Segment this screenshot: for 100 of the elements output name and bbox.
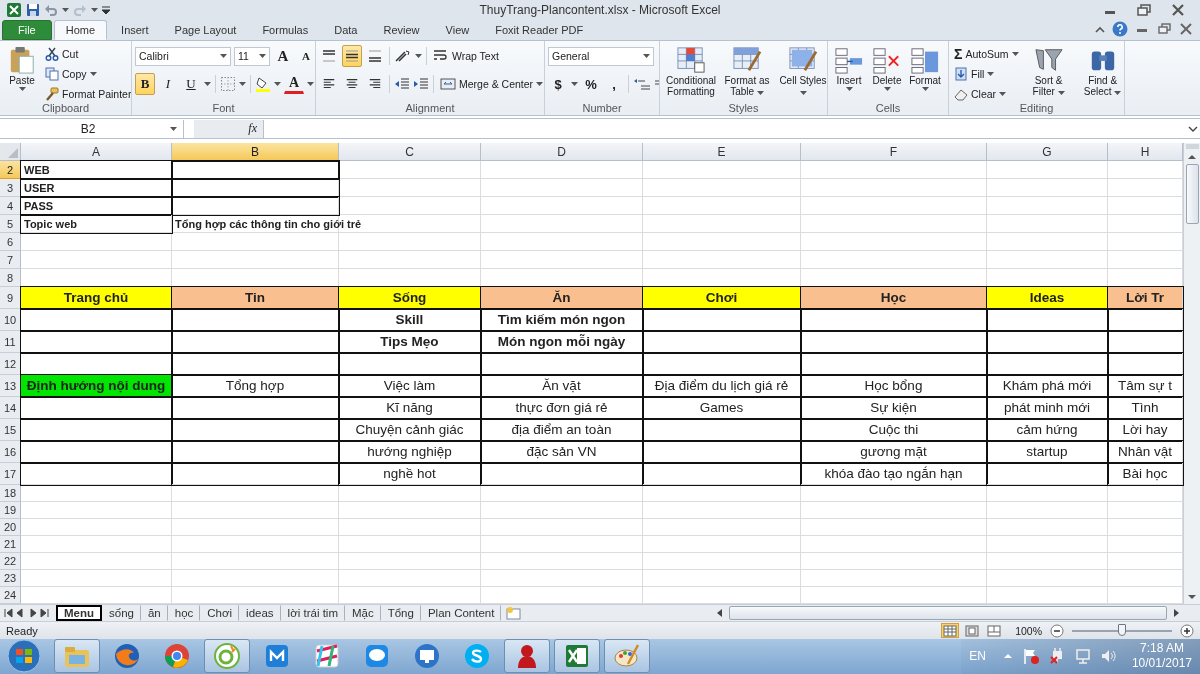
copy-button[interactable]: Copy	[43, 64, 131, 84]
network-icon[interactable]	[1073, 647, 1092, 666]
ribbon-tab[interactable]: Formulas	[250, 20, 321, 41]
row-header[interactable]: 14	[0, 397, 21, 420]
font-size-field[interactable]: 11	[234, 46, 270, 66]
font-name-field[interactable]: Calibri	[135, 46, 231, 66]
cells-button[interactable]: Insert	[831, 44, 867, 94]
styles-button[interactable]: Conditional Formatting	[663, 44, 719, 102]
increase-decimal-icon[interactable]	[633, 77, 651, 92]
styles-button[interactable]: Format as Table	[719, 44, 775, 100]
save-icon[interactable]	[26, 2, 40, 17]
taskbar-button[interactable]	[504, 639, 550, 674]
clear-button[interactable]: Clear	[952, 84, 1021, 102]
excel-icon[interactable]	[6, 1, 22, 18]
column-header[interactable]: A	[21, 143, 172, 162]
format-painter-button[interactable]: Format Painter	[43, 84, 131, 102]
close-button[interactable]	[1178, 22, 1194, 37]
ribbon-tab[interactable]: Insert	[109, 20, 161, 41]
ribbon-tab[interactable]: Page Layout	[162, 20, 249, 41]
column-header[interactable]: F	[801, 143, 987, 162]
sheet-tab[interactable]: Menu	[56, 605, 103, 622]
font-color-button[interactable]: A	[284, 74, 304, 95]
collapse-ribbon-icon[interactable]	[1094, 24, 1106, 35]
customize-toolbar-icon[interactable]	[102, 4, 110, 15]
insert-function-button[interactable]: fx	[248, 121, 257, 137]
row-header[interactable]: 9	[0, 287, 21, 310]
row-header[interactable]: 17	[0, 463, 21, 486]
name-box[interactable]: B2	[0, 119, 184, 138]
row-header[interactable]: 12	[0, 353, 21, 376]
vertical-align-button[interactable]	[342, 45, 362, 68]
row-header[interactable]: 13	[0, 375, 21, 398]
shrink-font-button[interactable]: A	[296, 45, 315, 68]
ribbon-tab[interactable]: Foxit Reader PDF	[483, 20, 596, 41]
row-header[interactable]: 11	[0, 331, 21, 354]
row-header[interactable]: 6	[0, 233, 21, 252]
ribbon-tab[interactable]: View	[433, 20, 482, 41]
vertical-scrollbar[interactable]	[1183, 143, 1200, 605]
increase-indent-icon[interactable]	[413, 77, 429, 92]
ribbon-tab[interactable]: File	[2, 20, 52, 41]
row-header[interactable]: 23	[0, 570, 21, 588]
row-header[interactable]: 22	[0, 553, 21, 571]
row-header[interactable]: 3	[0, 179, 21, 198]
row-header[interactable]: 10	[0, 309, 21, 332]
sort-filter-button[interactable]: Sort & Filter	[1022, 44, 1075, 100]
wrap-text-button[interactable]: Wrap Text	[431, 46, 501, 66]
help-icon[interactable]	[1112, 21, 1128, 38]
view-button[interactable]	[985, 623, 1004, 639]
zoom-level[interactable]: 100%	[1015, 624, 1042, 637]
styles-button[interactable]: Cell Styles	[775, 44, 827, 100]
orientation-icon[interactable]	[394, 49, 412, 64]
row-header[interactable]: 15	[0, 419, 21, 442]
start-button[interactable]	[6, 639, 42, 674]
fill-color-icon[interactable]	[255, 76, 271, 93]
row-header[interactable]: 4	[0, 197, 21, 216]
row-header[interactable]: 24	[0, 587, 21, 605]
comma-style-button[interactable]: ,	[604, 73, 624, 96]
cells-button[interactable]: Format	[907, 44, 943, 94]
autosum-button[interactable]: Σ AutoSum	[952, 44, 1021, 64]
column-header[interactable]: B	[172, 143, 339, 162]
cells-button[interactable]: Delete	[869, 44, 905, 94]
zoom-in-icon[interactable]	[1180, 623, 1194, 638]
underline-button[interactable]: U	[181, 73, 201, 96]
decrease-indent-icon[interactable]	[394, 77, 410, 92]
restore-button[interactable]	[1156, 22, 1172, 37]
view-button[interactable]	[963, 623, 982, 639]
ribbon-tab[interactable]: Home	[53, 20, 108, 41]
column-header[interactable]: G	[987, 143, 1108, 162]
column-header[interactable]: E	[643, 143, 801, 162]
merge-center-button[interactable]: Merge & Center	[438, 74, 544, 94]
row-header[interactable]: 21	[0, 536, 21, 554]
row-header[interactable]: 16	[0, 441, 21, 464]
column-header[interactable]: H	[1108, 143, 1183, 162]
row-header[interactable]: 18	[0, 485, 21, 503]
zoom-slider-thumb[interactable]	[1118, 623, 1126, 636]
taskbar-button[interactable]	[554, 639, 600, 674]
grow-font-button[interactable]: A	[273, 45, 293, 68]
row-header[interactable]: 7	[0, 251, 21, 270]
taskbar-button[interactable]	[54, 639, 100, 674]
column-header[interactable]: D	[481, 143, 643, 162]
row-header[interactable]: 5	[0, 215, 21, 234]
borders-icon[interactable]	[220, 76, 236, 93]
number-format-field[interactable]: General	[548, 46, 654, 66]
column-header[interactable]: C	[339, 143, 481, 162]
italic-button[interactable]: I	[158, 73, 178, 96]
ribbon-tab[interactable]: Data	[322, 20, 370, 41]
taskbar-button[interactable]	[604, 639, 650, 674]
bold-button[interactable]: B	[135, 73, 155, 96]
fill-button[interactable]: Fill	[952, 64, 1021, 84]
percent-button[interactable]: %	[581, 73, 601, 96]
find-select-button[interactable]: Find & Select	[1076, 44, 1124, 100]
view-button[interactable]	[941, 623, 960, 639]
row-header[interactable]: 2	[0, 161, 21, 180]
zoom-out-icon[interactable]	[1050, 623, 1064, 638]
row-header[interactable]: 19	[0, 502, 21, 520]
cut-button[interactable]: Cut	[43, 44, 131, 64]
currency-button[interactable]: $	[548, 73, 568, 96]
row-header[interactable]: 20	[0, 519, 21, 537]
row-header[interactable]: 8	[0, 269, 21, 288]
flag-icon[interactable]	[1021, 647, 1040, 666]
ribbon-tab[interactable]: Review	[371, 20, 432, 41]
